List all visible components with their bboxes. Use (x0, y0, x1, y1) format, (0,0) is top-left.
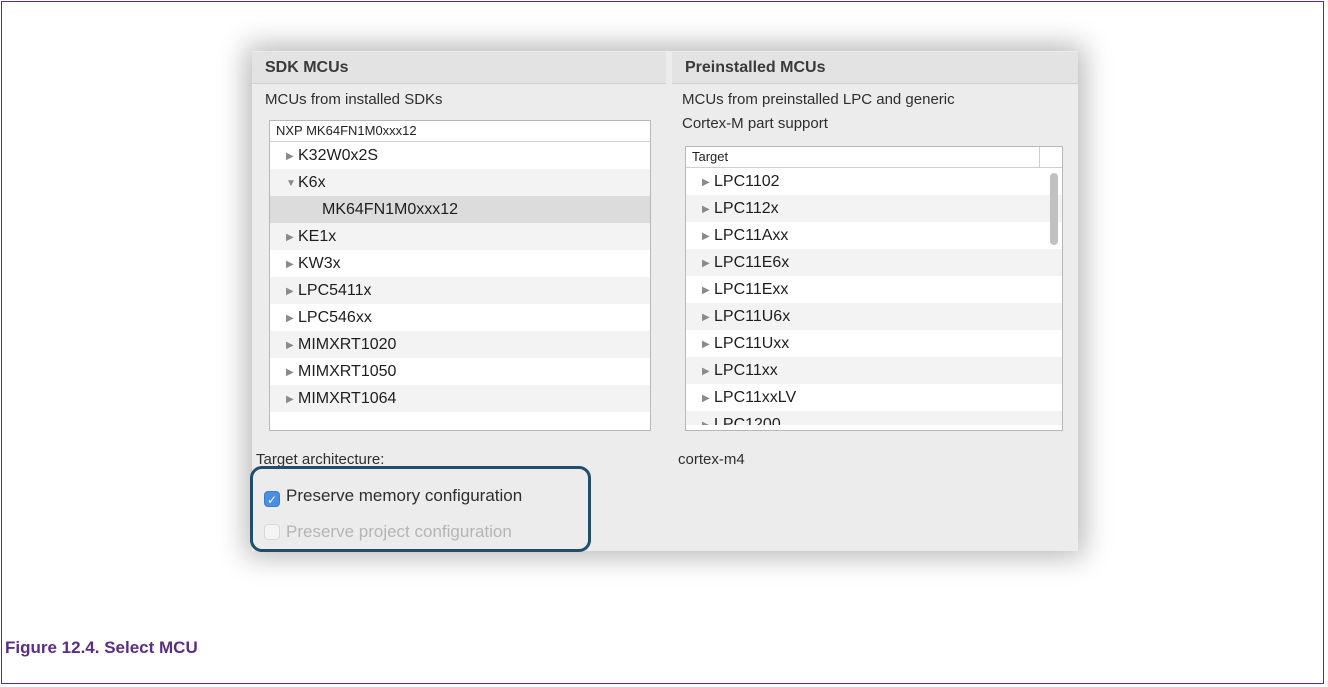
tree-item-kw3x[interactable]: ▶ KW3x (270, 250, 650, 277)
sdk-mcus-title: SDK MCUs (252, 52, 666, 84)
sdk-mcus-subtitle: MCUs from installed SDKs (265, 91, 443, 108)
tree-item-mimxrt1020[interactable]: ▶ MIMXRT1020 (270, 331, 650, 358)
list-item-lpc11axx[interactable]: ▶ LPC11Axx (686, 222, 1062, 249)
list-item-lpc11xxlv[interactable]: ▶ LPC11xxLV (686, 384, 1062, 411)
expand-triangle-icon[interactable]: ▶ (702, 223, 714, 250)
collapse-triangle-icon[interactable]: ▼ (286, 170, 298, 197)
preinstalled-mcus-subtitle-1: MCUs from preinstalled LPC and generic (682, 91, 955, 108)
preinstalled-mcus-subtitle-2: Cortex-M part support (682, 115, 828, 132)
expand-triangle-icon[interactable]: ▶ (702, 358, 714, 385)
list-item-lpc1102[interactable]: ▶ LPC1102 (686, 168, 1062, 195)
expand-triangle-icon[interactable]: ▶ (286, 143, 298, 170)
expand-triangle-icon[interactable]: ▶ (702, 250, 714, 277)
preinstalled-mcu-rows: ▶ LPC1102 ▶ LPC112x ▶ LPC11Axx ▶ LPC11E6x ▶ L… (686, 168, 1062, 425)
tree-item-mimxrt1064[interactable]: ▶ MIMXRT1064 (270, 385, 650, 412)
preinstalled-mcus-title: Preinstalled MCUs (672, 52, 1078, 84)
sdk-mcu-tree[interactable]: NXP MK64FN1M0xxx12 ▶ K32W0x2S ▼ K6x MK64FN… (269, 120, 651, 431)
expand-triangle-icon[interactable]: ▶ (702, 385, 714, 412)
expand-triangle-icon[interactable]: ▶ (286, 278, 298, 305)
list-scrollbar[interactable] (1050, 173, 1058, 245)
sdk-mcu-rows: ▶ K32W0x2S ▼ K6x MK64FN1M0xxx12 ▶ KE1x ▶ KW3… (270, 142, 650, 412)
expand-triangle-icon[interactable]: ▶ (286, 251, 298, 278)
tree-item-k32w0x2s[interactable]: ▶ K32W0x2S (270, 142, 650, 169)
column-divider (1039, 147, 1040, 167)
list-item-lpc11exx[interactable]: ▶ LPC11Exx (686, 276, 1062, 303)
options-highlight (250, 466, 591, 552)
tree-item-lpc5411x[interactable]: ▶ LPC5411x (270, 277, 650, 304)
tree-item-lpc546xx[interactable]: ▶ LPC546xx (270, 304, 650, 331)
expand-triangle-icon[interactable]: ▶ (702, 196, 714, 223)
tree-item-mk64fn1m0xxx12[interactable]: MK64FN1M0xxx12 (270, 196, 650, 223)
expand-triangle-icon[interactable]: ▶ (702, 412, 714, 425)
expand-triangle-icon[interactable]: ▶ (286, 305, 298, 332)
expand-triangle-icon[interactable]: ▶ (702, 169, 714, 196)
list-item-lpc112x[interactable]: ▶ LPC112x (686, 195, 1062, 222)
expand-triangle-icon[interactable]: ▶ (286, 332, 298, 359)
target-architecture-value: cortex-m4 (678, 451, 745, 468)
target-column-header[interactable]: Target (686, 147, 1062, 168)
expand-triangle-icon[interactable]: ▶ (286, 386, 298, 413)
expand-triangle-icon[interactable]: ▶ (702, 304, 714, 331)
list-item-lpc11u6x[interactable]: ▶ LPC11U6x (686, 303, 1062, 330)
expand-triangle-icon[interactable]: ▶ (286, 224, 298, 251)
tree-item-mimxrt1050[interactable]: ▶ MIMXRT1050 (270, 358, 650, 385)
tree-item-k6x[interactable]: ▼ K6x (270, 169, 650, 196)
expand-triangle-icon[interactable]: ▶ (702, 331, 714, 358)
preinstalled-mcu-list[interactable]: Target ▶ LPC1102 ▶ LPC112x ▶ LPC11Axx ▶ LPC1… (685, 146, 1063, 431)
list-item-lpc1200[interactable]: ▶LPC1200 (686, 411, 1062, 425)
list-item-lpc11xx[interactable]: ▶ LPC11xx (686, 357, 1062, 384)
expand-triangle-icon[interactable]: ▶ (702, 277, 714, 304)
tree-item-ke1x[interactable]: ▶ KE1x (270, 223, 650, 250)
list-item-lpc11uxx[interactable]: ▶ LPC11Uxx (686, 330, 1062, 357)
list-item-lpc11e6x[interactable]: ▶ LPC11E6x (686, 249, 1062, 276)
sdk-mcu-tree-header: NXP MK64FN1M0xxx12 (270, 121, 650, 142)
figure-caption: Figure 12.4. Select MCU (5, 638, 198, 657)
expand-triangle-icon[interactable]: ▶ (286, 359, 298, 386)
